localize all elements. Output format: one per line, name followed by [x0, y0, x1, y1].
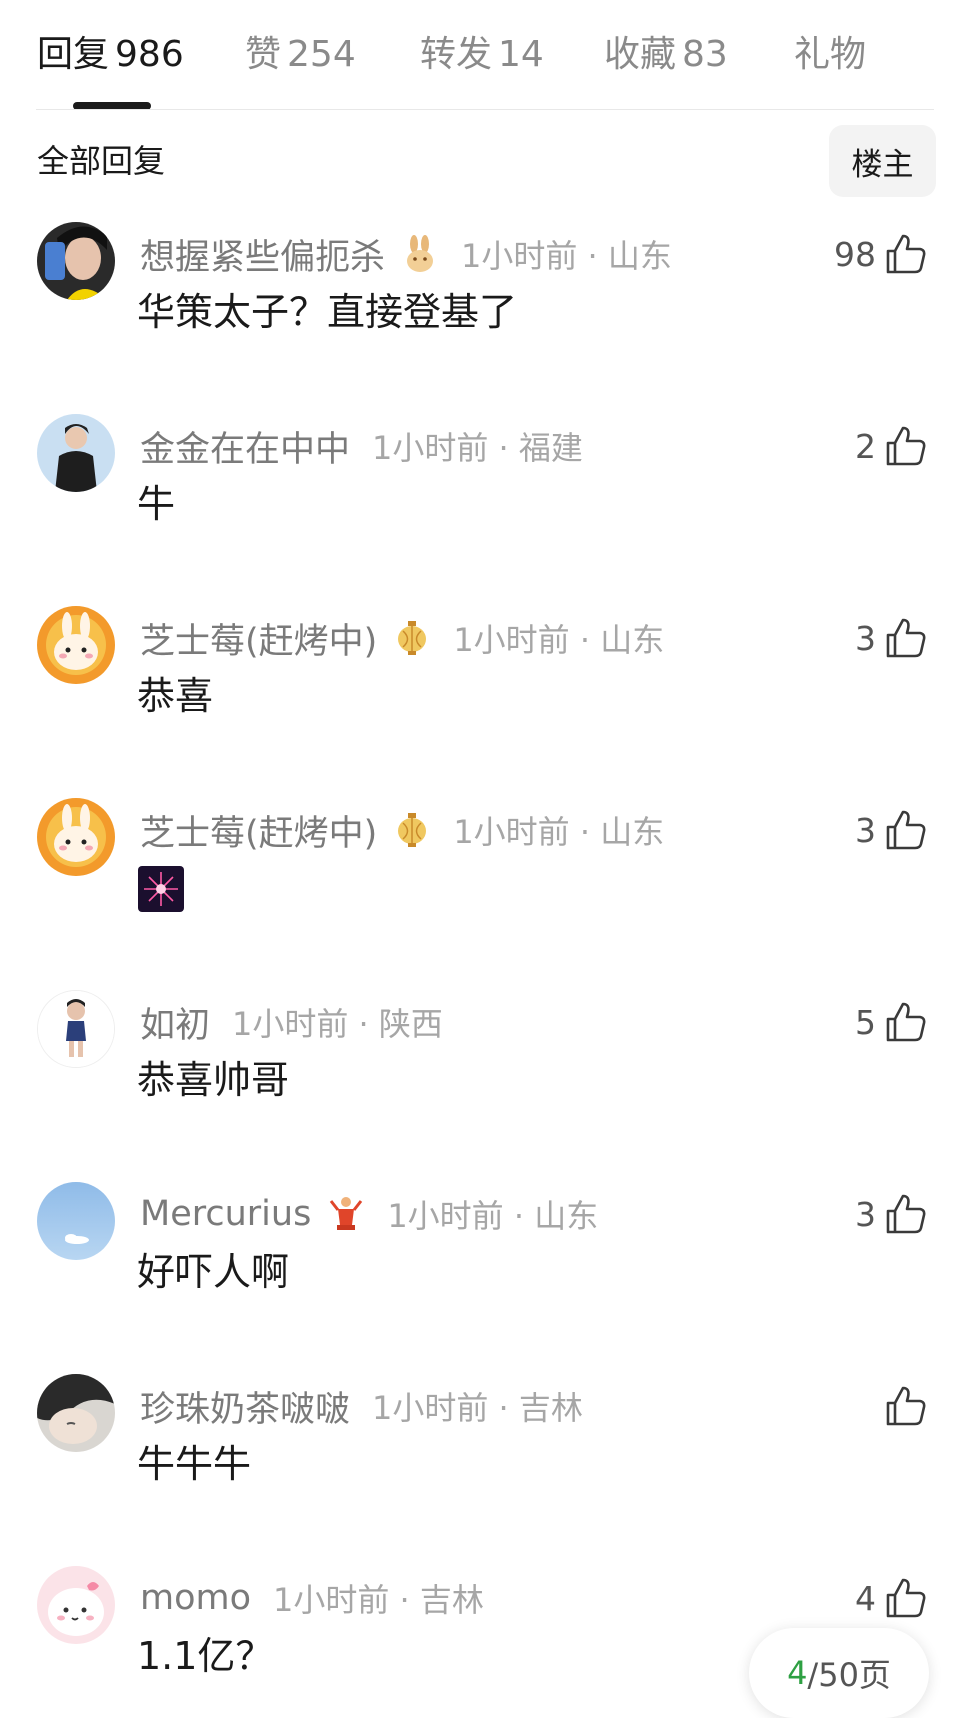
thumbs-up-icon: [886, 618, 926, 658]
comment-meta: momo 1小时前 · 吉林: [140, 1570, 484, 1626]
like-button[interactable]: 5: [855, 996, 928, 1048]
comment-item[interactable]: 金金在在中中 1小时前 · 福建 牛 2: [0, 414, 972, 564]
timestamp-location: 1小时前 · 福建: [372, 429, 583, 467]
username[interactable]: 如初: [140, 997, 210, 1048]
username[interactable]: 芝士莓(赶烤中): [140, 805, 377, 856]
like-count: 98: [834, 234, 876, 274]
like-button[interactable]: 4: [855, 1572, 928, 1624]
tab-label: 礼物: [794, 34, 867, 75]
author-only-button[interactable]: 楼主: [829, 125, 936, 197]
thumbs-up-icon: [886, 1578, 926, 1618]
comment-item[interactable]: 珍珠奶茶啵啵 1小时前 · 吉林 牛牛牛: [0, 1374, 972, 1524]
username[interactable]: 想握紧些偏扼杀: [140, 229, 385, 280]
filter-row: 全部回复 楼主: [0, 125, 972, 197]
avatar[interactable]: [37, 1374, 115, 1452]
like-button[interactable]: 98: [834, 228, 928, 280]
avatar[interactable]: [37, 606, 115, 684]
tab-count: 83: [682, 34, 728, 75]
username[interactable]: 珍珠奶茶啵啵: [140, 1381, 350, 1432]
like-count: 5: [855, 1002, 876, 1042]
tab-favorites[interactable]: 收藏 83: [604, 30, 728, 80]
like-button[interactable]: 3: [855, 612, 928, 664]
username[interactable]: 金金在在中中: [140, 421, 350, 472]
comment-text: 好吓人啊: [137, 1250, 290, 1294]
username[interactable]: momo: [140, 1578, 251, 1618]
tab-bar: 回复 986 赞 254 转发 14 收藏 83 礼物: [0, 0, 972, 110]
comment-meta: 如初 1小时前 · 陕西: [140, 994, 443, 1050]
comment-item[interactable]: 芝士莓(赶烤中) 1小时前 · 山东 恭喜 3: [0, 606, 972, 756]
avatar[interactable]: [37, 1566, 115, 1644]
tab-label: 回复: [37, 34, 110, 75]
like-button[interactable]: 2: [855, 420, 928, 472]
thumbs-up-icon: [886, 1194, 926, 1234]
lantern-badge-icon: [393, 811, 431, 849]
tab-count: 986: [115, 34, 184, 75]
timestamp-location: 1小时前 · 吉林: [273, 1581, 484, 1619]
like-button[interactable]: [876, 1380, 928, 1432]
total-pages: /50页: [807, 1656, 891, 1694]
comment-item[interactable]: 如初 1小时前 · 陕西 恭喜帅哥 5: [0, 990, 972, 1140]
avatar[interactable]: [37, 1182, 115, 1260]
like-count: 4: [855, 1578, 876, 1618]
avatar[interactable]: [37, 990, 115, 1068]
timestamp-location: 1小时前 · 山东: [387, 1197, 599, 1235]
thumbs-up-icon: [886, 810, 926, 850]
tab-gifts[interactable]: 礼物: [794, 30, 866, 80]
thumbs-up-icon: [886, 1002, 926, 1042]
tab-likes[interactable]: 赞 254: [245, 30, 356, 80]
comment-text: 恭喜: [137, 674, 214, 718]
comment-meta: 金金在在中中 1小时前 · 福建: [140, 418, 583, 474]
comment-text: 恭喜帅哥: [137, 1058, 290, 1102]
tab-count: 14: [498, 34, 544, 75]
timestamp-location: 1小时前 · 吉林: [372, 1389, 583, 1427]
username[interactable]: Mercurius: [140, 1194, 311, 1234]
comment-text: 牛牛牛: [137, 1442, 252, 1486]
all-replies-label: 全部回复: [37, 142, 166, 180]
thumbs-up-icon: [886, 1386, 926, 1426]
comment-meta: 想握紧些偏扼杀 1小时前 · 山东: [140, 226, 672, 282]
comment-meta: 芝士莓(赶烤中) 1小时前 · 山东: [140, 610, 664, 666]
tab-reposts[interactable]: 转发 14: [420, 30, 544, 80]
firework-sticker-icon: [138, 866, 184, 912]
tab-replies[interactable]: 回复 986: [37, 30, 184, 80]
like-count: 3: [855, 810, 876, 850]
current-page: 4: [787, 1654, 808, 1692]
timestamp-location: 1小时前 · 山东: [461, 237, 672, 275]
comment-meta: 芝士莓(赶烤中) 1小时前 · 山东: [140, 802, 664, 858]
dancer-badge-icon: [327, 1195, 365, 1233]
page-indicator[interactable]: 4/50页: [749, 1628, 929, 1718]
rabbit-badge-icon: [401, 235, 439, 273]
tab-label: 赞: [245, 34, 282, 75]
comment-meta: 珍珠奶茶啵啵 1小时前 · 吉林: [140, 1378, 583, 1434]
comment-item[interactable]: 芝士莓(赶烤中) 1小时前 · 山东 3: [0, 798, 972, 948]
timestamp-location: 1小时前 · 山东: [453, 621, 665, 659]
avatar[interactable]: [37, 414, 115, 492]
thumbs-up-icon: [886, 426, 926, 466]
comment-text: 1.1亿？: [137, 1634, 274, 1678]
avatar[interactable]: [37, 798, 115, 876]
tab-label: 转发: [420, 34, 493, 75]
like-button[interactable]: 3: [855, 804, 928, 856]
timestamp-location: 1小时前 · 陕西: [232, 1005, 443, 1043]
timestamp-location: 1小时前 · 山东: [453, 813, 665, 851]
lantern-badge-icon: [393, 619, 431, 657]
thumbs-up-icon: [886, 234, 926, 274]
comment-item[interactable]: 想握紧些偏扼杀 1小时前 · 山东 华策太子？直接登基了 98: [0, 222, 972, 372]
like-count: 3: [855, 1194, 876, 1234]
comment-text: 牛: [137, 482, 176, 526]
comment-item[interactable]: Mercurius 1小时前 · 山东 好吓人啊 3: [0, 1182, 972, 1332]
username[interactable]: 芝士莓(赶烤中): [140, 613, 377, 664]
comment-meta: Mercurius 1小时前 · 山东: [140, 1186, 598, 1242]
tab-count: 254: [287, 34, 356, 75]
divider: [36, 109, 934, 110]
comment-text: 华策太子？直接登基了: [137, 290, 518, 334]
tab-label: 收藏: [604, 34, 677, 75]
like-count: 3: [855, 618, 876, 658]
like-count: 2: [855, 426, 876, 466]
like-button[interactable]: 3: [855, 1188, 928, 1240]
avatar[interactable]: [37, 222, 115, 300]
